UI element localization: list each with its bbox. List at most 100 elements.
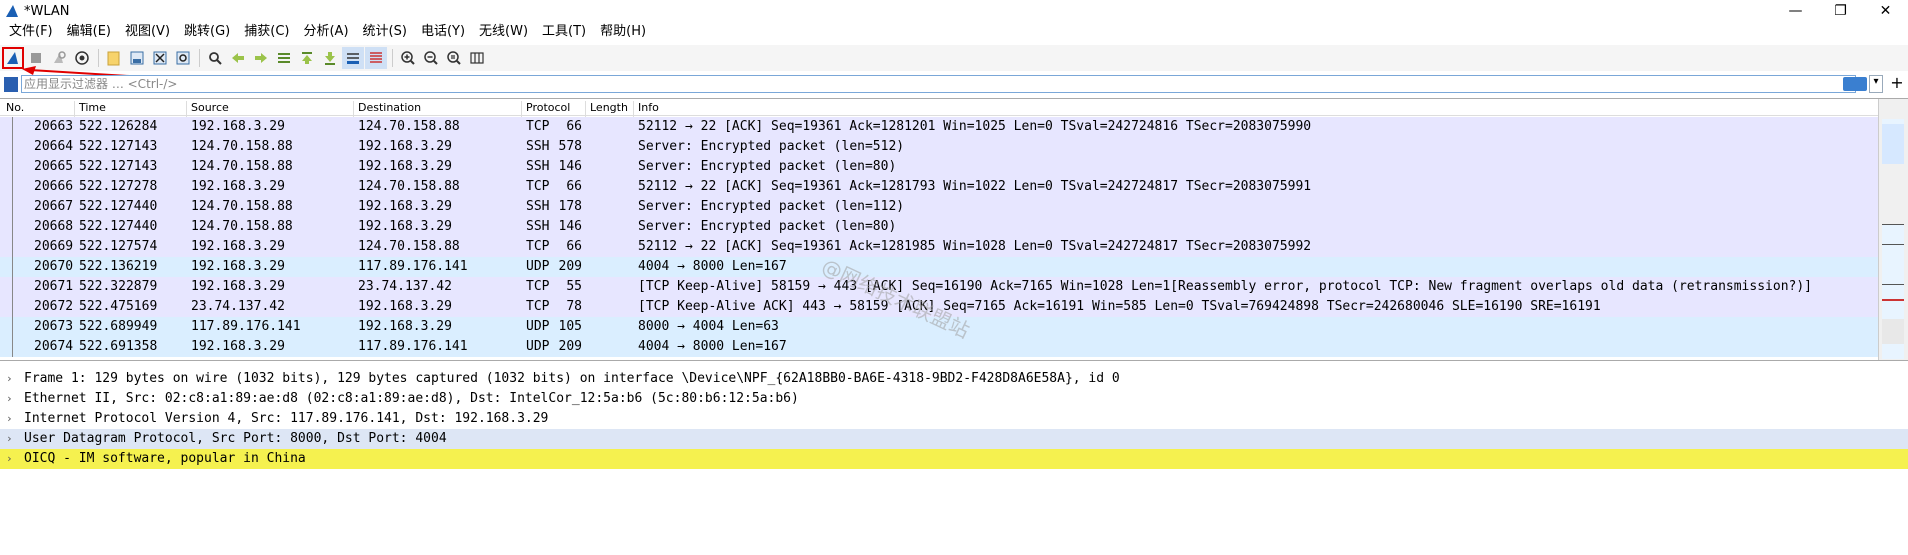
detail-tree-item[interactable]: › Frame 1: 129 bytes on wire (1032 bits),… <box>0 369 1908 389</box>
cell-destination: 192.168.3.29 <box>358 299 452 314</box>
detail-text: Ethernet II, Src: 02:c8:a1:89:ae:d8 (02:… <box>24 391 799 406</box>
packet-row[interactable]: 20666 522.127278 192.168.3.29 124.70.158.88… <box>0 177 1878 197</box>
cell-destination: 192.168.3.29 <box>358 199 452 214</box>
menu-help[interactable]: 帮助(H) <box>593 22 653 42</box>
cell-time: 522.136219 <box>79 259 158 274</box>
column-header-destination[interactable]: Destination <box>358 101 421 114</box>
detail-tree-item[interactable]: › Internet Protocol Version 4, Src: 117.8… <box>0 409 1908 429</box>
tree-connector <box>12 137 13 157</box>
menu-file[interactable]: 文件(F) <box>2 22 60 42</box>
minimize-button[interactable]: — <box>1773 0 1818 22</box>
column-header-no[interactable]: No. <box>6 101 24 114</box>
cell-info: 52112 → 22 [ACK] Seq=19361 Ack=1281793 W… <box>638 179 1312 194</box>
column-header-source[interactable]: Source <box>191 101 229 114</box>
detail-tree-item[interactable]: › User Datagram Protocol, Src Port: 8000,… <box>0 429 1908 449</box>
packet-row[interactable]: 20663 522.126284 192.168.3.29 124.70.158.88… <box>0 117 1878 137</box>
cell-destination: 124.70.158.88 <box>358 239 460 254</box>
packet-row[interactable]: 20664 522.127143 124.70.158.88 192.168.3.29… <box>0 137 1878 157</box>
cell-time: 522.691358 <box>79 339 158 354</box>
menu-view[interactable]: 视图(V) <box>118 22 177 42</box>
cell-length: 66 <box>566 119 582 134</box>
toolbar-separator <box>199 49 200 67</box>
packet-row[interactable]: 20665 522.127143 124.70.158.88 192.168.3.29… <box>0 157 1878 177</box>
expand-chevron-icon[interactable]: › <box>6 409 13 429</box>
go-to-packet-icon[interactable] <box>273 47 295 69</box>
tree-connector <box>12 297 13 317</box>
cell-source: 192.168.3.29 <box>191 239 285 254</box>
menu-wireless[interactable]: 无线(W) <box>472 22 535 42</box>
display-filter-input[interactable]: 应用显示过滤器 … <Ctrl-/> <box>21 75 1856 93</box>
menu-edit[interactable]: 编辑(E) <box>60 22 118 42</box>
cell-destination: 23.74.137.42 <box>358 279 452 294</box>
tree-connector <box>12 237 13 257</box>
cell-length: 55 <box>566 279 582 294</box>
packet-row[interactable]: 20674 522.691358 192.168.3.29 117.89.176.14… <box>0 337 1878 357</box>
menu-capture[interactable]: 捕获(C) <box>237 22 296 42</box>
cell-destination: 117.89.176.141 <box>358 339 468 354</box>
cell-no: 20669 <box>34 239 74 254</box>
colorize-icon[interactable] <box>365 47 387 69</box>
packet-details-pane: › Frame 1: 129 bytes on wire (1032 bits),… <box>0 365 1908 555</box>
forward-icon[interactable] <box>250 47 272 69</box>
cell-no: 20673 <box>34 319 74 334</box>
column-header-protocol[interactable]: Protocol <box>526 101 570 114</box>
cell-length: 178 <box>558 199 582 214</box>
cell-info: 52112 → 22 [ACK] Seq=19361 Ack=1281985 W… <box>638 239 1312 254</box>
packet-row[interactable]: 20671 522.322879 192.168.3.29 23.74.137.42 T… <box>0 277 1878 297</box>
menu-go[interactable]: 跳转(G) <box>177 22 237 42</box>
menu-tools[interactable]: 工具(T) <box>535 22 593 42</box>
cell-destination: 124.70.158.88 <box>358 119 460 134</box>
expand-chevron-icon[interactable]: › <box>6 449 13 469</box>
cell-no: 20672 <box>34 299 74 314</box>
close-button[interactable]: ✕ <box>1863 0 1908 22</box>
cell-info: 4004 → 8000 Len=167 <box>638 339 787 354</box>
zoom-normal-icon[interactable] <box>443 47 465 69</box>
filter-bookmark-icon[interactable] <box>4 77 18 92</box>
tree-connector <box>12 217 13 237</box>
column-header-time[interactable]: Time <box>79 101 106 114</box>
menu-statistics[interactable]: 统计(S) <box>356 22 414 42</box>
zoom-in-icon[interactable] <box>397 47 419 69</box>
first-packet-icon[interactable] <box>296 47 318 69</box>
title-bar: *WLAN — ❐ ✕ <box>0 0 1908 22</box>
tree-connector <box>12 317 13 337</box>
cell-time: 522.126284 <box>79 119 158 134</box>
resize-columns-icon[interactable] <box>466 47 488 69</box>
packet-row[interactable]: 20669 522.127574 192.168.3.29 124.70.158.88… <box>0 237 1878 257</box>
cell-no: 20663 <box>34 119 74 134</box>
column-header-info[interactable]: Info <box>638 101 659 114</box>
cell-source: 23.74.137.42 <box>191 299 285 314</box>
restore-button[interactable]: ❐ <box>1818 0 1863 22</box>
expand-chevron-icon[interactable]: › <box>6 389 13 409</box>
menu-telephony[interactable]: 电话(Y) <box>414 22 472 42</box>
packet-minimap[interactable] <box>1882 119 1904 359</box>
last-packet-icon[interactable] <box>319 47 341 69</box>
zoom-out-icon[interactable] <box>420 47 442 69</box>
cell-source: 117.89.176.141 <box>191 319 301 334</box>
detail-tree-item[interactable]: › Ethernet II, Src: 02:c8:a1:89:ae:d8 (02… <box>0 389 1908 409</box>
back-icon[interactable] <box>227 47 249 69</box>
cell-info: Server: Encrypted packet (len=512) <box>638 139 905 154</box>
packet-row[interactable]: 20667 522.127440 124.70.158.88 192.168.3.29… <box>0 197 1878 217</box>
filter-history-dropdown[interactable]: ▾ <box>1869 75 1883 93</box>
cell-info: [TCP Keep-Alive] 58159 → 443 [ACK] Seq=1… <box>638 279 1812 294</box>
column-header-length[interactable]: Length <box>590 101 628 114</box>
cell-no: 20665 <box>34 159 74 174</box>
cell-info: Server: Encrypted packet (len=112) <box>638 199 905 214</box>
autoscroll-icon[interactable] <box>342 47 364 69</box>
detail-tree-item[interactable]: › OICQ - IM software, popular in China <box>0 449 1908 469</box>
cell-source: 192.168.3.29 <box>191 279 285 294</box>
expand-chevron-icon[interactable]: › <box>6 369 13 389</box>
packet-row[interactable]: 20670 522.136219 192.168.3.29 117.89.176.14… <box>0 257 1878 277</box>
menu-analyze[interactable]: 分析(A) <box>296 22 355 42</box>
cell-info: 8000 → 4004 Len=63 <box>638 319 779 334</box>
expand-chevron-icon[interactable]: › <box>6 429 13 449</box>
cell-no: 20674 <box>34 339 74 354</box>
apply-filter-arrow-icon[interactable] <box>1843 77 1867 91</box>
cell-time: 522.127278 <box>79 179 158 194</box>
cell-length: 209 <box>558 259 582 274</box>
cell-source: 124.70.158.88 <box>191 219 293 234</box>
add-filter-button[interactable]: + <box>1889 75 1905 93</box>
cell-length: 105 <box>558 319 582 334</box>
packet-row[interactable]: 20668 522.127440 124.70.158.88 192.168.3.29… <box>0 217 1878 237</box>
